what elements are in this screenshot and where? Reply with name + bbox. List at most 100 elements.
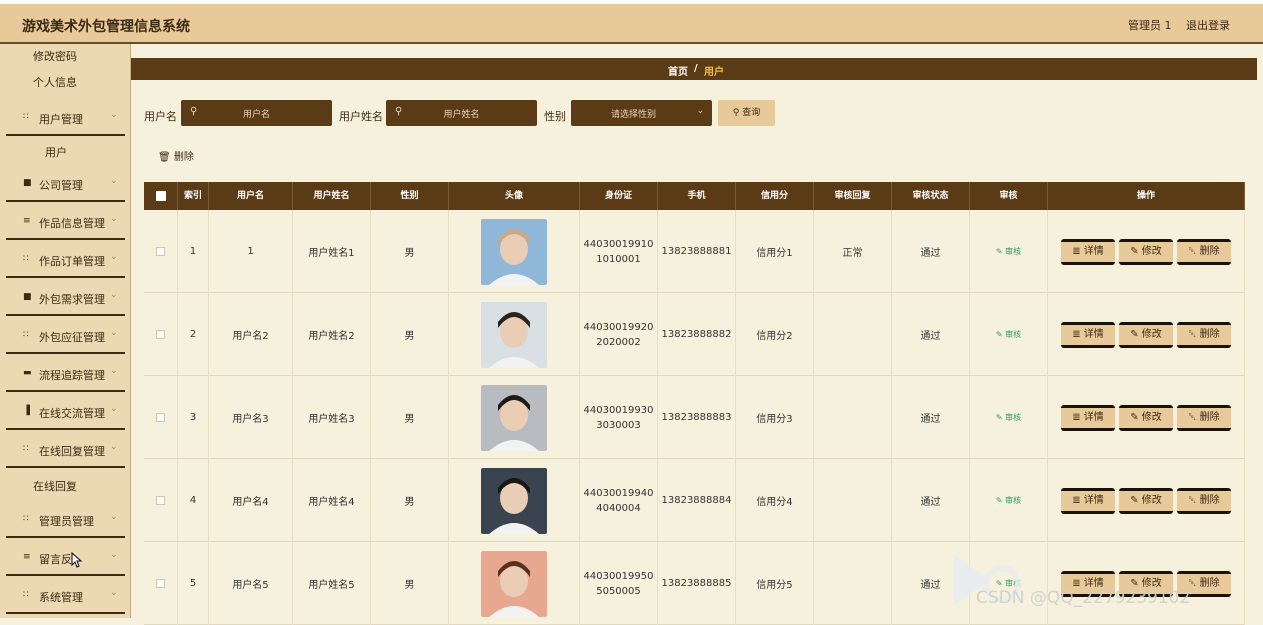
audit-link[interactable]: ✎ 审核	[996, 329, 1021, 340]
cell-operations: ≣ 详情 ✎ 修改 ␡ 删除	[1048, 459, 1245, 542]
delete-button[interactable]: ␡ 删除	[1177, 321, 1231, 348]
edit-button[interactable]: ✎ 修改	[1119, 238, 1173, 265]
sidebar-subitem[interactable]: 用户	[0, 140, 125, 162]
batch-delete-button[interactable]: 🗑 删除	[158, 148, 194, 163]
chevron-down-icon: ⌄	[110, 252, 118, 262]
cell-phone: 13823888881	[658, 210, 736, 293]
breadcrumb-home[interactable]: 首页	[668, 63, 688, 78]
avatar[interactable]	[481, 384, 547, 451]
row-select-cell	[144, 459, 178, 542]
column-header: 信用分	[736, 182, 814, 210]
sidebar-menu-item[interactable]: ▬ 流程追踪管理 ⌄	[6, 356, 125, 392]
grid-icon: ∷	[23, 254, 29, 264]
cell-credit: 信用分5	[736, 542, 814, 625]
row-checkbox[interactable]	[156, 330, 165, 339]
sidebar-menu-item[interactable]: ∷ 在线回复管理 ⌄	[6, 432, 125, 468]
cell-gender: 男	[371, 210, 449, 293]
operation-label: 修改	[1141, 494, 1162, 506]
sidebar-menu-item[interactable]: ∷ 用户管理 ⌄	[6, 100, 125, 136]
table-row: 1 1 用户姓名1 男 44030019910 1010001 13823888881 信用分…	[144, 210, 1245, 293]
cell-index: 1	[178, 210, 209, 293]
realname-search-input[interactable]: ⚲ 用户姓名	[386, 100, 537, 126]
trash-icon: ␡	[1188, 577, 1200, 589]
document-icon: ≣	[1072, 577, 1084, 589]
idcard-line: 1010001	[596, 253, 641, 265]
delete-button[interactable]: ␡ 删除	[1177, 487, 1231, 514]
trash-icon: ␡	[1188, 328, 1200, 340]
sidebar-menu-item[interactable]: ■ 公司管理 ⌄	[6, 166, 125, 202]
row-checkbox[interactable]	[156, 579, 165, 588]
row-checkbox[interactable]	[156, 496, 165, 505]
cell-audit-action: ✎ 审核	[970, 459, 1048, 542]
logout-link[interactable]: 退出登录	[1186, 17, 1230, 33]
gender-placeholder: 请选择性别	[610, 110, 656, 120]
avatar[interactable]	[481, 550, 547, 617]
cell-index: 5	[178, 542, 209, 625]
sidebar-menu-item[interactable]: ∷ 管理员管理 ⌄	[6, 502, 125, 538]
admin-user[interactable]: 管理员 1	[1128, 17, 1172, 33]
breadcrumb: 首页 / 用户	[131, 58, 1257, 80]
audit-label: 审核	[1005, 413, 1022, 422]
row-checkbox[interactable]	[156, 247, 165, 256]
detail-button[interactable]: ≣ 详情	[1061, 487, 1115, 514]
realname-placeholder: 用户姓名	[443, 110, 480, 120]
cell-realname: 用户姓名3	[293, 376, 371, 459]
detail-button[interactable]: ≣ 详情	[1061, 238, 1115, 265]
sidebar-menu-item[interactable]: ≡ 作品信息管理 ⌄	[6, 204, 125, 240]
cell-credit: 信用分3	[736, 376, 814, 459]
select-all-checkbox[interactable]	[155, 191, 166, 201]
cell-username: 用户名5	[209, 542, 293, 625]
cell-gender: 男	[371, 542, 449, 625]
audit-link[interactable]: ✎ 审核	[996, 495, 1021, 506]
row-select-cell	[144, 293, 178, 376]
sidebar-menu-item[interactable]: ▐ 在线交流管理 ⌄	[6, 394, 125, 430]
delete-button[interactable]: ␡ 删除	[1177, 238, 1231, 265]
idcard-text: 44030019920 2020002	[584, 320, 654, 350]
cell-audit-reply	[814, 293, 892, 376]
username-search-input[interactable]: ⚲ 用户名	[181, 100, 332, 126]
sidebar-menu-label: 流程追踪管理	[39, 369, 105, 382]
sidebar-menu-label: 用户管理	[39, 113, 83, 126]
sidebar-subitem[interactable]: 在线回复	[0, 474, 125, 496]
row-checkbox[interactable]	[156, 413, 165, 422]
sidebar-menu-item[interactable]: ∷ 系统管理 ⌄	[6, 578, 125, 614]
audit-label: 审核	[1005, 247, 1022, 256]
audit-link[interactable]: ✎ 审核	[996, 246, 1021, 257]
chevron-down-icon: ⌄	[696, 106, 704, 116]
sidebar-menu-item[interactable]: ≡ 留言反 ⌄	[6, 540, 125, 576]
operation-label: 详情	[1083, 411, 1104, 423]
sidebar-menu-item[interactable]: ■ 外包需求管理 ⌄	[6, 280, 125, 316]
chevron-down-icon: ⌄	[110, 404, 118, 414]
cell-gender: 男	[371, 376, 449, 459]
avatar[interactable]	[481, 467, 547, 534]
audit-link[interactable]: ✎ 审核	[996, 412, 1021, 423]
cell-index: 4	[178, 459, 209, 542]
column-header[interactable]	[144, 182, 178, 210]
cell-audit-action: ✎ 审核	[970, 376, 1048, 459]
detail-button[interactable]: ≣ 详情	[1061, 321, 1115, 348]
sidebar-subitem[interactable]: 修改密码	[0, 44, 125, 66]
query-button[interactable]: ⚲ 查询	[718, 100, 775, 126]
app-header: 游戏美术外包管理信息系统 管理员 1 退出登录	[0, 4, 1263, 44]
sidebar-subitem[interactable]: 个人信息	[0, 70, 125, 92]
list-icon: ≡	[23, 552, 31, 562]
idcard-text: 44030019950 5050005	[584, 569, 654, 599]
batch-delete-label: 删除	[173, 152, 194, 163]
sidebar-menu-item[interactable]: ∷ 作品订单管理 ⌄	[6, 242, 125, 278]
sidebar-menu-item[interactable]: ∷ 外包应征管理 ⌄	[6, 318, 125, 354]
trash-icon: 🗑	[158, 152, 171, 163]
cell-audit-reply	[814, 376, 892, 459]
delete-button[interactable]: ␡ 删除	[1177, 404, 1231, 431]
detail-button[interactable]: ≣ 详情	[1061, 404, 1115, 431]
watermark-text: CSDN @QQ_2279239102	[976, 588, 1191, 608]
avatar[interactable]	[481, 218, 547, 285]
cell-phone: 13823888883	[658, 376, 736, 459]
mouse-cursor-icon	[71, 552, 83, 568]
edit-button[interactable]: ✎ 修改	[1119, 404, 1173, 431]
cell-operations: ≣ 详情 ✎ 修改 ␡ 删除	[1048, 210, 1245, 293]
edit-button[interactable]: ✎ 修改	[1119, 321, 1173, 348]
cell-idcard: 44030019910 1010001	[580, 210, 658, 293]
edit-button[interactable]: ✎ 修改	[1119, 487, 1173, 514]
gender-select[interactable]: 请选择性别 ⌄	[571, 100, 712, 126]
avatar[interactable]	[481, 301, 547, 368]
